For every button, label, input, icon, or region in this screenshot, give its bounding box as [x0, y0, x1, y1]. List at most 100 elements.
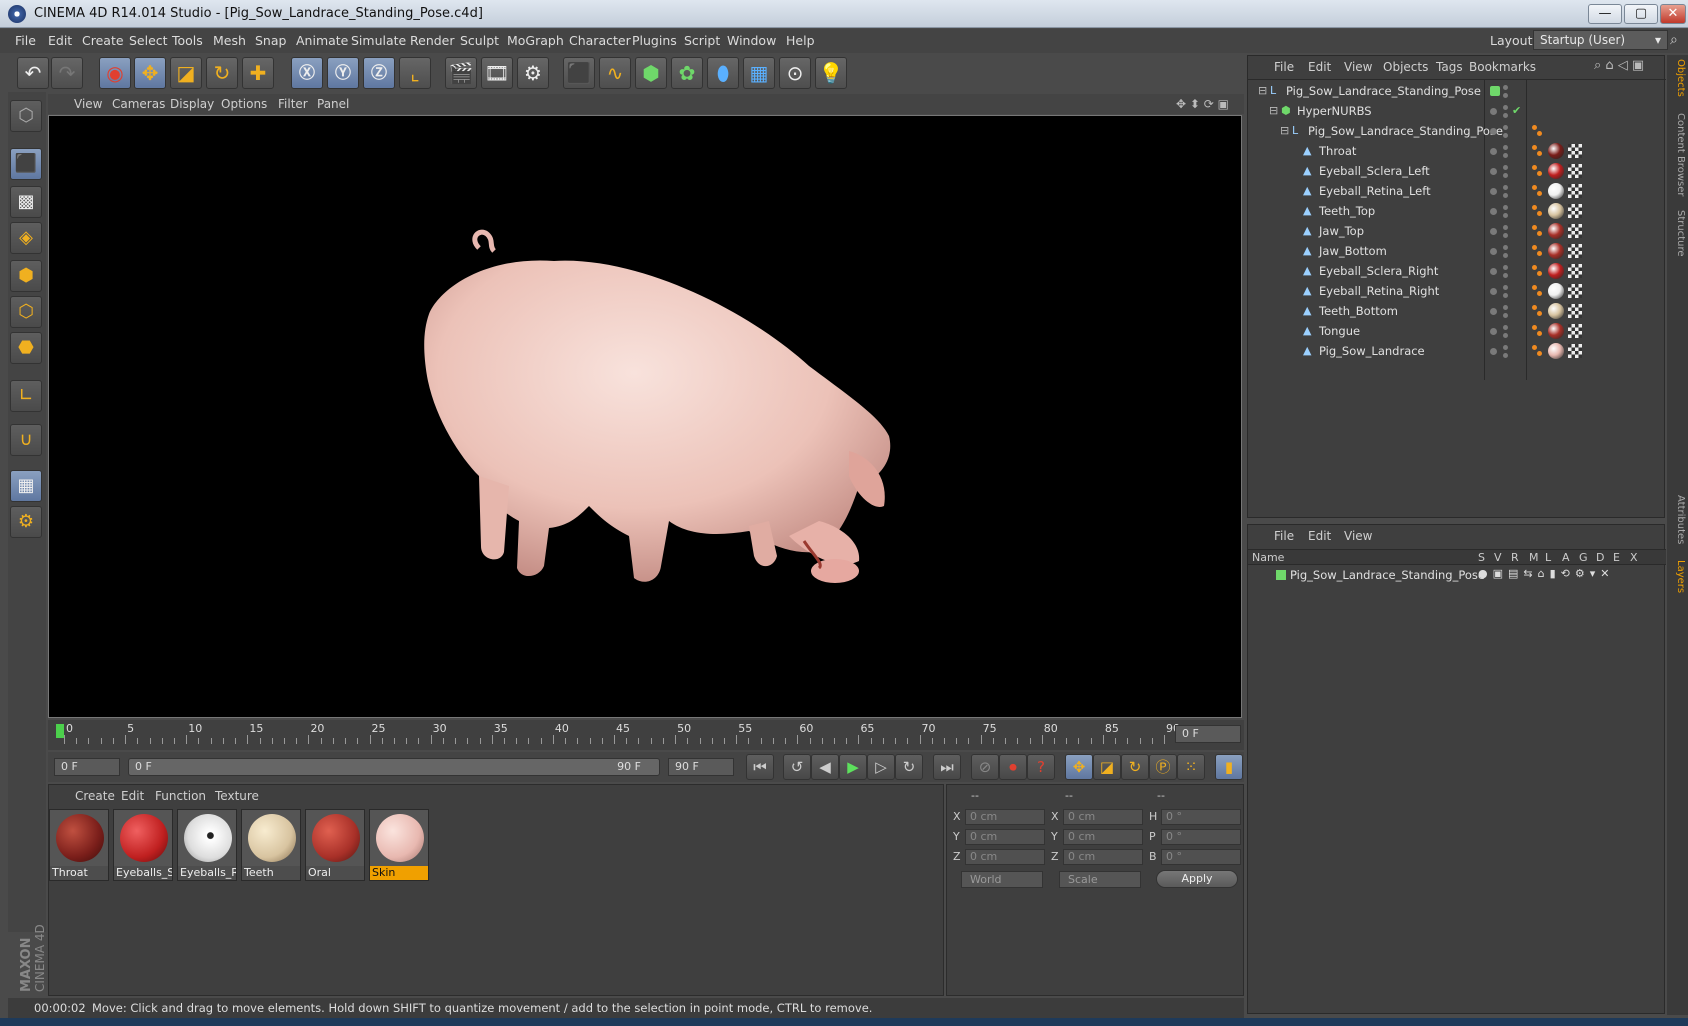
enabled-check-icon[interactable]: ✔ [1512, 105, 1524, 117]
editor-visibility-dot[interactable] [1503, 345, 1508, 350]
visibility-dot[interactable] [1490, 248, 1497, 255]
phong-tag-icon[interactable] [1537, 211, 1542, 216]
editor-visibility-dot[interactable] [1503, 145, 1508, 150]
rotation-h-field[interactable]: 0 ° [1161, 809, 1241, 825]
search-icon[interactable]: ⌕ [1670, 32, 1678, 48]
uvw-tag-icon[interactable] [1568, 144, 1582, 158]
menu-edit[interactable]: Edit [48, 33, 72, 48]
visibility-dot[interactable] [1490, 328, 1497, 335]
start-frame-field[interactable]: 0 F [54, 758, 120, 776]
render-visibility-dot[interactable] [1503, 193, 1508, 198]
expand-collapse-icon[interactable]: ⊟ [1258, 85, 1270, 97]
array-button[interactable]: ✿ [671, 57, 703, 89]
editor-visibility-dot[interactable] [1503, 305, 1508, 310]
play-button[interactable]: ▶ [839, 754, 867, 780]
phong-tag-icon[interactable] [1537, 311, 1542, 316]
soft-selection-button[interactable]: ⚙ [10, 506, 42, 538]
cube-primitive-button[interactable]: ⬛ [563, 57, 595, 89]
layer-row[interactable]: Pig_Sow_Landrace_Standing_Pose ●▣▤⇆⌂▮⟲⚙▾… [1248, 566, 1666, 584]
visibility-dot[interactable] [1490, 148, 1497, 155]
object-row[interactable]: L ⊟ Pig_Sow_Landrace_Standing_Pose [1248, 121, 1666, 141]
material-eyeballs-sclera[interactable]: Eyeballs_Sc [113, 809, 173, 881]
menu-snap[interactable]: Snap [255, 33, 286, 48]
menu-help[interactable]: Help [786, 33, 815, 48]
material-menu-edit[interactable]: Edit [121, 789, 144, 803]
make-editable-button[interactable]: ⬡ [10, 100, 42, 132]
objects-search-home-icons[interactable]: ⌕ ⌂ ◁ ▣ [1594, 58, 1644, 73]
visibility-dot[interactable] [1490, 348, 1497, 355]
object-row[interactable]: ▲ Jaw_Bottom [1248, 241, 1666, 261]
objects-menu-view[interactable]: View [1344, 60, 1372, 74]
visibility-dot[interactable] [1490, 228, 1497, 235]
snap-button[interactable]: ∪ [10, 424, 42, 456]
timeline-ruler[interactable]: 0 5 10 15 20 25 30 35 40 45 50 55 60 65 70 75 80 85 90 0 F [48, 720, 1244, 750]
render-visibility-dot[interactable] [1503, 173, 1508, 178]
record-parameter-button[interactable]: Ⓟ [1149, 754, 1177, 780]
layer-name[interactable]: Pig_Sow_Landrace_Standing_Pose [1290, 568, 1485, 582]
phong-tag-icon[interactable] [1537, 291, 1542, 296]
menu-file[interactable]: File [15, 33, 36, 48]
record-pla-button[interactable]: ⁙ [1177, 754, 1205, 780]
object-row[interactable]: ▲ Pig_Sow_Landrace [1248, 341, 1666, 361]
material-teeth[interactable]: Teeth [241, 809, 301, 881]
render-view-button[interactable]: 🎬 [445, 57, 477, 89]
menu-tools[interactable]: Tools [172, 33, 203, 48]
phong-tag-icon[interactable] [1532, 125, 1537, 130]
object-name[interactable]: Teeth_Bottom [1319, 304, 1398, 318]
object-name[interactable]: Eyeball_Retina_Right [1319, 284, 1439, 298]
uvw-tag-icon[interactable] [1568, 324, 1582, 338]
object-row[interactable]: ▲ Teeth_Bottom [1248, 301, 1666, 321]
menu-animate[interactable]: Animate [296, 33, 348, 48]
coordinate-mode-dropdown[interactable]: World [961, 871, 1043, 888]
editor-visibility-dot[interactable] [1503, 85, 1508, 90]
material-tag-icon[interactable] [1548, 163, 1564, 179]
uvw-tag-icon[interactable] [1568, 164, 1582, 178]
material-menu-function[interactable]: Function [155, 789, 206, 803]
render-visibility-dot[interactable] [1503, 333, 1508, 338]
menu-mograph[interactable]: MoGraph [507, 33, 564, 48]
editor-visibility-dot[interactable] [1503, 265, 1508, 270]
phong-tag-icon[interactable] [1532, 165, 1537, 170]
visibility-dot[interactable] [1490, 108, 1497, 115]
current-frame-field[interactable]: 0 F [1175, 725, 1241, 743]
material-tag-icon[interactable] [1548, 203, 1564, 219]
go-to-end-button[interactable]: ⏭ [933, 754, 961, 780]
editor-visibility-dot[interactable] [1503, 245, 1508, 250]
render-settings-button[interactable]: ⚙ [517, 57, 549, 89]
3d-viewport[interactable] [48, 115, 1242, 718]
phong-tag-icon[interactable] [1537, 151, 1542, 156]
object-name[interactable]: Eyeball_Retina_Left [1319, 184, 1431, 198]
uvw-tag-icon[interactable] [1568, 204, 1582, 218]
coordinate-system-button[interactable]: ⌞ [399, 57, 431, 89]
object-name[interactable]: Teeth_Top [1319, 204, 1375, 218]
go-to-start-button[interactable]: ⏮ [746, 754, 774, 780]
phong-tag-icon[interactable] [1532, 345, 1537, 350]
editor-visibility-dot[interactable] [1503, 225, 1508, 230]
object-row[interactable]: ▲ Teeth_Top [1248, 201, 1666, 221]
light-button[interactable]: 💡 [815, 57, 847, 89]
floor-button[interactable]: ▦ [743, 57, 775, 89]
end-frame-field[interactable]: 90 F [668, 758, 734, 776]
render-visibility-dot[interactable] [1503, 213, 1508, 218]
viewport-menu-panel[interactable]: Panel [317, 97, 349, 111]
tab-attributes[interactable]: Attributes [1669, 495, 1686, 544]
camera-button[interactable]: ⊙ [779, 57, 811, 89]
render-visibility-dot[interactable] [1503, 153, 1508, 158]
object-row[interactable]: L ⊟ Pig_Sow_Landrace_Standing_Pose [1248, 81, 1666, 101]
previous-keyframe-button[interactable]: ↺ [783, 754, 811, 780]
menu-create[interactable]: Create [82, 33, 124, 48]
record-rotation-button[interactable]: ↻ [1121, 754, 1149, 780]
size-y-field[interactable]: 0 cm [1063, 829, 1143, 845]
object-row[interactable]: ▲ Eyeball_Sclera_Right [1248, 261, 1666, 281]
viewport-menu-cameras[interactable]: Cameras [112, 97, 165, 111]
phong-tag-icon[interactable] [1532, 205, 1537, 210]
visibility-dot[interactable] [1490, 188, 1497, 195]
uvw-tag-icon[interactable] [1568, 344, 1582, 358]
editor-visibility-dot[interactable] [1503, 105, 1508, 110]
object-name[interactable]: Eyeball_Sclera_Right [1319, 264, 1438, 278]
object-row[interactable]: ▲ Tongue [1248, 321, 1666, 341]
uvw-tag-icon[interactable] [1568, 304, 1582, 318]
model-mode-button[interactable]: ⬛ [10, 148, 42, 180]
material-eyeballs-retina[interactable]: Eyeballs_Re [177, 809, 237, 881]
object-row[interactable]: ▲ Eyeball_Retina_Right [1248, 281, 1666, 301]
